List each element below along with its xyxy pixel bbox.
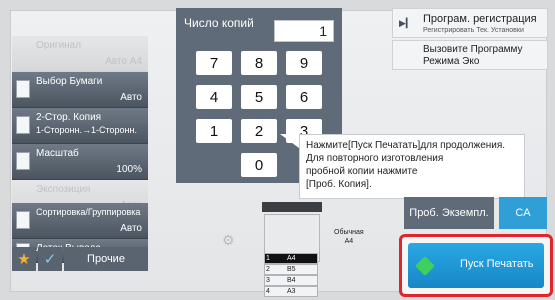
expand-arrow-icon[interactable]: ▶▎ [399,18,413,29]
program-registration-subtitle: Регистрировать Тек. Установки [423,27,524,34]
tray-size: B5 [287,266,296,273]
sort-label: Сортировка/Группировка [36,207,141,217]
tray-3[interactable]: 3 B4 [264,275,318,286]
tray-4[interactable]: 4 A3 [264,286,318,297]
copies-count-field[interactable]: 1 [274,20,334,42]
start-print-label: Пуск Печатать [460,258,534,270]
bottom-shortcuts: ★ ✓ Прочие [12,247,148,271]
start-print-button[interactable]: Пуск Печатать [408,243,544,288]
key-6[interactable]: 6 [286,85,322,109]
other-button[interactable]: Прочие [64,247,148,271]
eco-program-line1: Вызовите Программу [423,44,523,55]
paper-info: Обычная A4 [334,228,364,246]
key-5[interactable]: 5 [241,85,277,109]
original-value: Авто A4 [105,56,142,67]
sort-value: Авто [120,223,142,234]
key-4[interactable]: 4 [196,85,232,109]
start-button-highlight: Пуск Печатать [399,234,553,297]
eco-program-line2: Режима Эко [423,56,480,67]
tray-number: 1 [266,255,270,262]
tray-number: 4 [266,288,270,295]
proof-copy-tooltip: Нажмите[Пуск Печатать]для продолжения. Д… [299,134,525,199]
eco-program-button[interactable]: Вызовите Программу Режима Эко [392,40,548,70]
exposure-label: Экспозиция [36,184,91,195]
copier-scanner [262,202,322,212]
paper-type: Обычная [334,229,364,236]
clear-all-button[interactable]: CA [499,197,547,229]
key-7[interactable]: 7 [196,51,232,75]
tray-size: B4 [287,277,296,284]
copy-screen: Оригинал Авто A4 Выбор Бумаги Авто 2-Сто… [0,0,555,300]
scale-button[interactable]: Масштаб 100% [12,144,148,180]
start-icon [415,256,435,276]
sort-button[interactable]: Сортировка/Группировка Авто [12,203,148,239]
duplex-button[interactable]: 2-Стор. Копия 1-Сторонн.→1-Сторонн. [12,108,148,144]
paper-select-label: Выбор Бумаги [36,76,103,87]
checkmark-icon[interactable]: ✓ [38,247,62,271]
duplex-icon [16,116,30,134]
duplex-value: 1-Сторонн.→1-Сторонн. [36,125,137,135]
tray-1[interactable]: 1 A4 [264,253,318,264]
tray-number: 2 [266,266,270,273]
machine-settings-icon: ⚙ [222,232,235,248]
paper-select-value: Авто [120,92,142,103]
proof-copy-button[interactable]: Проб. Экземпл. [404,197,494,229]
tooltip-line2: Для повторного изготовления [306,153,444,164]
paper-select-button[interactable]: Выбор Бумаги Авто [12,72,148,108]
tray-size: A3 [287,288,296,295]
sort-icon [16,211,30,229]
key-9[interactable]: 9 [286,51,322,75]
key-1[interactable]: 1 [196,119,232,143]
duplex-label: 2-Стор. Копия [36,112,102,123]
program-registration-title: Програм. регистрация [423,13,537,25]
original-label: Оригинал [36,40,82,51]
original-button[interactable]: Оригинал Авто A4 [12,36,148,72]
key-8[interactable]: 8 [241,51,277,75]
paper-size: A4 [344,238,354,245]
tooltip-line3: пробной копии нажмите [306,166,418,177]
tray-number: 3 [266,277,270,284]
favorite-star-icon[interactable]: ★ [12,247,36,271]
program-registration-button[interactable]: ▶▎ Програм. регистрация Регистрировать Т… [392,8,548,38]
tooltip-line4: [Проб. Копия]. [306,179,372,190]
paper-icon [16,80,30,98]
scale-icon [16,152,30,170]
copies-label: Число копий [184,16,254,30]
key-2[interactable]: 2 [241,119,277,143]
key-0[interactable]: 0 [241,153,277,177]
scale-value: 100% [116,164,142,175]
tray-2[interactable]: 2 B5 [264,264,318,275]
tray-size: A4 [287,255,296,262]
tooltip-pointer [280,134,299,148]
tooltip-line1: Нажмите[Пуск Печатать]для продолжения. [306,140,506,151]
scale-label: Масштаб [36,148,79,159]
